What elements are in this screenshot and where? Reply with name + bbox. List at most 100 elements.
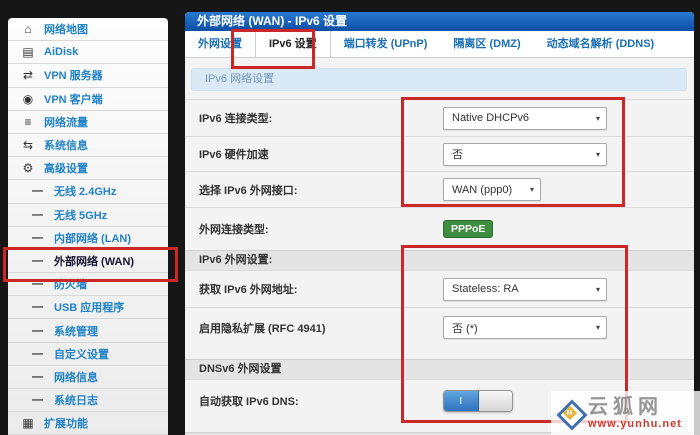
traffic-list-icon: ≡ [20, 115, 36, 129]
chevron-down-icon: ▾ [596, 114, 600, 123]
ipv6-address-mode-value: Stateless: RA [452, 283, 596, 295]
sidebar-item-firewall[interactable]: — 防火墙 [8, 273, 168, 296]
sidebar-item-system-admin[interactable]: — 系统管理 [8, 319, 168, 342]
sidebar-item-label: 高级设置 [44, 160, 88, 176]
row-connection-type: IPv6 连接类型: Native DHCPv6 ▾ [185, 99, 694, 136]
connection-type-value: Native DHCPv6 [452, 112, 596, 124]
connection-type-label: IPv6 连接类型: [199, 110, 272, 126]
sidebar-item-label: VPN 客户端 [44, 91, 103, 107]
section-header-ipv6-network: IPv6 网络设置 [191, 68, 687, 91]
sidebar-item-vpn-client[interactable]: ◉ VPN 客户端 [8, 88, 168, 111]
hw-acceleration-select[interactable]: 否 ▾ [443, 143, 607, 166]
row-hw-acceleration: IPv6 硬件加速 否 ▾ [185, 136, 694, 171]
home-icon: ⌂ [20, 22, 36, 36]
sidebar-item-label: 系统管理 [54, 323, 98, 339]
dash-icon: — [32, 348, 42, 360]
watermark-logo-icon: M [556, 399, 584, 427]
dash-icon: — [32, 255, 42, 267]
sidebar-item-label: 内部网络 (LAN) [54, 230, 131, 246]
watermark-site-name: 云狐网 [588, 397, 682, 417]
sidebar-item-vpn-server[interactable]: ⇄ VPN 服务器 [8, 64, 168, 87]
page: ⌂ 网络地图 ▤ AiDisk ⇄ VPN 服务器 ◉ VPN 客户端 ≡ 网络… [0, 0, 700, 435]
sidebar-item-label: 无线 5GHz [54, 207, 107, 223]
sidebar-item-extensions[interactable]: ▦ 扩展功能 [8, 412, 168, 435]
sidebar-item-system-log[interactable]: — 系统日志 [8, 389, 168, 412]
privacy-extension-select[interactable]: 否 (*) ▾ [443, 316, 607, 339]
sidebar-item-aidisk[interactable]: ▤ AiDisk [8, 41, 168, 64]
dash-icon: — [32, 371, 42, 383]
sidebar-item-traffic[interactable]: ≡ 网络流量 [8, 111, 168, 134]
watermark: M 云狐网 www.yunhu.net [551, 391, 700, 435]
tab-ddns[interactable]: 动态域名解析 (DDNS) [534, 31, 668, 57]
sidebar-item-label: 系统日志 [54, 392, 98, 408]
tab-ipv6-settings[interactable]: IPv6 设置 [255, 31, 331, 57]
tab-dmz[interactable]: 隔离区 (DMZ) [440, 31, 533, 57]
vpn-server-icon: ⇄ [20, 68, 36, 82]
row-ipv6-address-mode: 获取 IPv6 外网地址: Stateless: RA ▾ [185, 270, 694, 307]
sidebar-item-advanced-settings[interactable]: ⚙ 高级设置 [8, 157, 168, 180]
globe-icon: ◉ [20, 92, 36, 106]
sidebar-item-label: 网络流量 [44, 114, 88, 130]
sidebar-item-label: 防火墙 [54, 276, 87, 292]
auto-dns-toggle[interactable]: I [443, 390, 513, 412]
ipv6-address-mode-label: 获取 IPv6 外网地址: [199, 281, 297, 297]
row-privacy-extension: 启用隐私扩展 (RFC 4941) 否 (*) ▾ [185, 307, 694, 347]
hw-acceleration-value: 否 [452, 146, 596, 162]
wan-interface-label: 选择 IPv6 外网接口: [199, 182, 297, 198]
dash-icon: — [32, 209, 42, 221]
sidebar-item-label: 网络信息 [54, 369, 98, 385]
grid-icon: ▦ [20, 416, 36, 430]
sidebar-item-label: 无线 2.4GHz [54, 183, 116, 199]
toggle-off-segment [479, 391, 513, 411]
dash-icon: — [32, 325, 42, 337]
auto-dns-label: 自动获取 IPv6 DNS: [199, 393, 299, 409]
chevron-down-icon: ▾ [596, 150, 600, 159]
sidebar-item-label: 扩展功能 [44, 415, 88, 431]
sidebar-item-wireless-24ghz[interactable]: — 无线 2.4GHz [8, 180, 168, 203]
section-ipv6-wan-settings: IPv6 外网设置: [185, 250, 694, 270]
dash-icon: — [32, 232, 42, 244]
shuffle-icon: ⇆ [20, 138, 36, 152]
privacy-extension-value: 否 (*) [452, 320, 596, 336]
dash-icon: — [32, 278, 42, 290]
hw-acceleration-label: IPv6 硬件加速 [199, 146, 269, 162]
sidebar-item-usb-apps[interactable]: — USB 应用程序 [8, 296, 168, 319]
tab-bar: 外网设置 IPv6 设置 端口转发 (UPnP) 隔离区 (DMZ) 动态域名解… [185, 31, 694, 58]
row-wan-interface: 选择 IPv6 外网接口: WAN (ppp0) ▾ [185, 171, 694, 207]
sidebar-item-wan[interactable]: — 外部网络 (WAN) [8, 250, 168, 273]
wan-interface-value: WAN (ppp0) [452, 184, 530, 196]
row-wan-connection-type: 外网连接类型: PPPoE [185, 207, 694, 250]
chevron-down-icon: ▾ [530, 185, 534, 194]
toggle-on-segment: I [444, 391, 479, 411]
pppoe-status-badge: PPPoE [443, 220, 493, 238]
sidebar-item-network-map[interactable]: ⌂ 网络地图 [8, 18, 168, 41]
ipv6-address-mode-select[interactable]: Stateless: RA ▾ [443, 278, 607, 301]
sidebar-item-wireless-5ghz[interactable]: — 无线 5GHz [8, 204, 168, 227]
page-title: 外部网络 (WAN) - IPv6 设置 [185, 12, 694, 31]
ipv6-settings-form: IPv6 连接类型: Native DHCPv6 ▾ IPv6 硬件加速 否 ▾ [185, 99, 694, 435]
dash-icon: — [32, 301, 42, 313]
section-dnsv6-wan-settings: DNSv6 外网设置 [185, 359, 694, 379]
chevron-down-icon: ▾ [596, 323, 600, 332]
sidebar-item-label: 外部网络 (WAN) [54, 253, 134, 269]
tab-port-forwarding-upnp[interactable]: 端口转发 (UPnP) [331, 31, 441, 57]
connection-type-select[interactable]: Native DHCPv6 ▾ [443, 107, 607, 130]
wan-connection-type-label: 外网连接类型: [199, 221, 269, 237]
sidebar-item-network-info[interactable]: — 网络信息 [8, 366, 168, 389]
tab-wan-settings[interactable]: 外网设置 [185, 31, 255, 57]
dash-icon: — [32, 185, 42, 197]
main-panel: 外部网络 (WAN) - IPv6 设置 外网设置 IPv6 设置 端口转发 (… [185, 12, 694, 435]
sidebar-item-label: USB 应用程序 [54, 299, 124, 315]
sidebar: ⌂ 网络地图 ▤ AiDisk ⇄ VPN 服务器 ◉ VPN 客户端 ≡ 网络… [8, 18, 168, 435]
wan-interface-select[interactable]: WAN (ppp0) ▾ [443, 178, 541, 201]
sidebar-item-label: VPN 服务器 [44, 67, 103, 83]
sidebar-item-label: 自定义设置 [54, 346, 109, 362]
sidebar-item-system-info[interactable]: ⇆ 系统信息 [8, 134, 168, 157]
dash-icon: — [32, 394, 42, 406]
sidebar-item-custom-settings[interactable]: — 自定义设置 [8, 343, 168, 366]
wrench-icon: ⚙ [20, 161, 36, 175]
sidebar-item-lan[interactable]: — 内部网络 (LAN) [8, 227, 168, 250]
sidebar-item-label: AiDisk [44, 46, 78, 58]
sidebar-item-label: 网络地图 [44, 21, 88, 37]
watermark-url: www.yunhu.net [588, 418, 682, 430]
